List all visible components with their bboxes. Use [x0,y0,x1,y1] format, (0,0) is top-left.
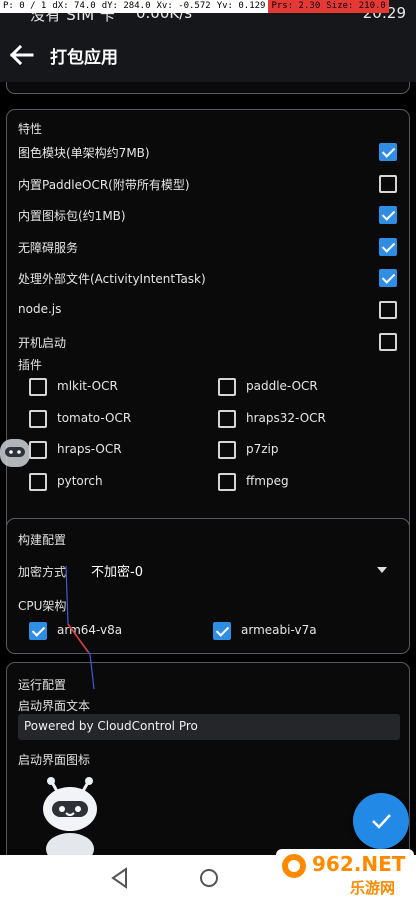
feature-row-accessibility[interactable]: 无障碍服务 [18,234,400,262]
cpu-checkbox[interactable] [213,622,231,640]
debug-size: Size: 210.0 [323,0,389,13]
splash-icon-label: 启动界面图标 [18,753,91,767]
feature-checkbox[interactable] [379,269,397,287]
pointer-debug-overlay: P: 0 / 1 dX: 74.0 dY: 284.0 Xv: -0.572 Y… [0,0,416,13]
watermark-subtitle: 乐游网 [350,879,396,897]
plugin-checkbox[interactable] [218,441,236,459]
floating-assistant-icon[interactable] [0,437,30,469]
feature-row-paddle-ocr[interactable]: 内置PaddleOCR(附带所有模型) [18,171,400,199]
debug-dx: dX: 74.0 [49,0,99,13]
run-config-header: 运行配置 [18,678,67,692]
encrypt-select[interactable]: 不加密-0 [91,555,391,585]
plugin-paddle-ocr[interactable]: paddle-OCR [218,375,398,399]
features-header: 特性 [18,122,43,136]
debug-yv: Yv: 0.129 [213,0,269,13]
splash-text-label: 启动界面文本 [18,699,91,713]
app-bar: 打包应用 [0,28,416,82]
feature-checkbox[interactable] [379,301,397,319]
feature-label: 内置PaddleOCR(附带所有模型) [18,178,190,192]
feature-checkbox[interactable] [379,143,397,161]
plugin-p7zip[interactable]: p7zip [218,438,398,462]
splash-text-input[interactable]: Powered by CloudControl Pro [18,714,400,740]
debug-dy: dY: 284.0 [98,0,154,13]
plugin-label: tomato-OCR [57,411,132,425]
plugin-label: pytorch [57,474,103,488]
feature-row-nodejs[interactable]: node.js [18,297,400,325]
feature-row-icon-pack[interactable]: 内置图标包(约1MB) [18,202,400,230]
build-config-header: 构建配置 [18,533,67,547]
plugin-label: p7zip [246,442,279,456]
debug-pointer: P: 0 / 1 [0,0,50,13]
touch-trace-line [65,565,95,690]
feature-row-color-module[interactable]: 图色模块(单架构约7MB) [18,139,400,167]
plugin-ffmpeg[interactable]: ffmpeg [218,470,398,494]
feature-label: 无障碍服务 [18,241,79,255]
site-watermark: 962.NET 乐游网 [276,849,414,899]
feature-row-boot-start[interactable]: 开机启动 [18,329,400,357]
cpu-checkbox[interactable] [29,622,47,640]
plugin-checkbox[interactable] [29,473,47,491]
plugin-label: paddle-OCR [246,379,318,393]
robot-icon[interactable] [37,775,103,855]
watermark-site: 962.NET [312,852,406,876]
plugin-hraps32-ocr[interactable]: hraps32-OCR [218,407,398,431]
page-title: 打包应用 [50,48,118,68]
features-card: 特性 图色模块(单架构约7MB) 内置PaddleOCR(附带所有模型) 内置图… [6,109,410,588]
plugin-checkbox[interactable] [29,441,47,459]
nav-back-icon[interactable] [110,867,130,889]
plugin-checkbox[interactable] [218,378,236,396]
plugin-label: hraps32-OCR [246,411,326,425]
plugin-checkbox[interactable] [218,410,236,428]
check-icon [372,814,391,829]
back-arrow-icon[interactable] [6,40,36,70]
plugin-checkbox[interactable] [218,473,236,491]
watermark-logo-icon [282,854,306,878]
plugin-hraps-ocr[interactable]: hraps-OCR [29,438,209,462]
chevron-down-icon [377,567,387,573]
cpu-label: armeabi-v7a [241,623,317,637]
encrypt-label: 加密方式 [18,565,67,579]
cpu-armeabi-v7a[interactable]: armeabi-v7a [213,619,393,643]
feature-label: 内置图标包(约1MB) [18,209,126,223]
feature-checkbox[interactable] [379,238,397,256]
confirm-fab-button[interactable] [353,793,409,849]
feature-checkbox[interactable] [379,175,397,193]
feature-label: 处理外部文件(ActivityIntentTask) [18,272,206,286]
feature-checkbox[interactable] [379,333,397,351]
feature-label: 开机启动 [18,336,67,350]
feature-checkbox[interactable] [379,206,397,224]
content-scroll[interactable]: 特性 图色模块(单架构约7MB) 内置PaddleOCR(附带所有模型) 内置图… [0,82,416,855]
debug-pressure: Prs: 2.30 [268,0,324,13]
feature-row-external-files[interactable]: 处理外部文件(ActivityIntentTask) [18,265,400,293]
plugin-label: hraps-OCR [57,442,122,456]
plugin-pytorch[interactable]: pytorch [29,470,209,494]
debug-xv: Xv: -0.572 [153,0,214,13]
nav-home-icon[interactable] [198,867,220,889]
plugin-tomato-ocr[interactable]: tomato-OCR [29,407,209,431]
cpu-arm64-v8a[interactable]: arm64-v8a [29,619,209,643]
plugin-checkbox[interactable] [29,378,47,396]
feature-label: node.js [18,302,62,316]
plugins-header: 插件 [18,358,43,372]
feature-label: 图色模块(单架构约7MB) [18,146,150,160]
plugin-mlkit-ocr[interactable]: mlkit-OCR [29,375,209,399]
plugin-label: ffmpeg [246,474,289,488]
previous-card [6,82,410,94]
plugin-checkbox[interactable] [29,410,47,428]
splash-text-value: Powered by CloudControl Pro [24,719,198,733]
plugin-label: mlkit-OCR [57,379,118,393]
